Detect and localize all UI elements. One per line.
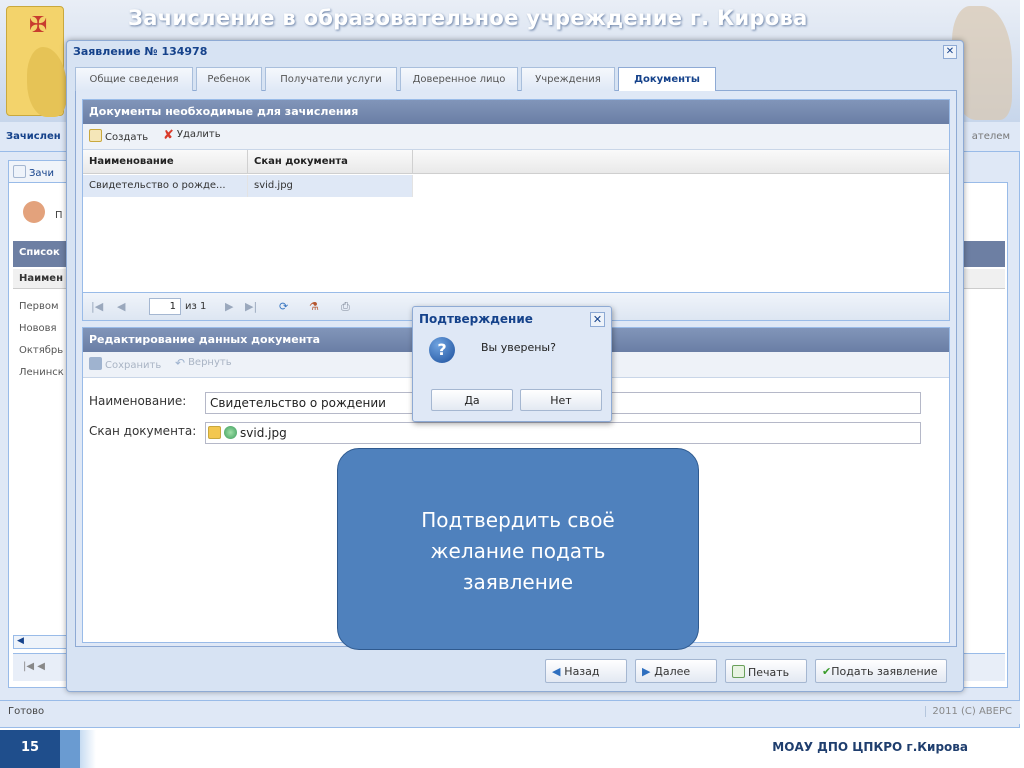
callout-line: Подтвердить своё [421, 508, 615, 532]
organization-name: МОАУ ДПО ЦПКРО г.Кирова [772, 740, 968, 754]
instruction-callout: Подтвердить своё желание подать заявлени… [337, 448, 699, 650]
print-icon[interactable]: ⎙ [341, 300, 350, 314]
revert-button[interactable]: ↶ Вернуть [175, 357, 232, 370]
bg-scrollbar[interactable]: ◀ [13, 635, 73, 649]
callout-line: заявление [462, 570, 574, 594]
document-icon [13, 165, 26, 178]
footer-stripe [60, 730, 80, 768]
document-add-icon [89, 129, 102, 142]
folder-upload-icon[interactable] [208, 426, 221, 439]
back-button[interactable]: ◀ Назад [545, 659, 627, 683]
tab-institutions[interactable]: Учреждения [521, 67, 615, 91]
documents-panel-title: Документы необходимые для зачисления [83, 100, 949, 124]
bg-tab-label: Зачи [29, 168, 54, 179]
table-row[interactable]: Свидетельство о рожде... svid.jpg [83, 175, 413, 197]
name-field-label: Наименование: [89, 394, 187, 408]
next-button[interactable]: ▶ Далее [635, 659, 717, 683]
checkmark-icon: ✔ [822, 665, 832, 678]
print-icon [732, 665, 745, 678]
documents-panel: Документы необходимые для зачисления Соз… [82, 99, 950, 321]
coat-of-arms-icon: ✠ [6, 6, 67, 117]
documents-grid-header: Наименование Скан документа [83, 150, 949, 174]
cross-icon: ✠ [29, 13, 48, 38]
next-page-icon[interactable]: ▶ [225, 300, 233, 313]
documents-toolbar: Создать ✘ Удалить [83, 124, 949, 150]
document-scan-input[interactable]: svid.jpg [205, 422, 921, 444]
filter-icon[interactable]: ⚗ [309, 300, 319, 313]
confirm-dialog: Подтверждение ✕ ? Вы уверены? Да Нет [412, 306, 612, 422]
submit-button-label: Подать заявление [831, 665, 938, 678]
save-button[interactable]: Сохранить [89, 357, 161, 371]
subbar-right-label: ателем [971, 131, 1010, 142]
delete-button[interactable]: ✘ Удалить [163, 129, 221, 143]
cell-document-scan: svid.jpg [248, 175, 413, 197]
print-button-label: Печать [748, 666, 790, 679]
print-button[interactable]: Печать [725, 659, 807, 683]
column-header-scan[interactable]: Скан документа [248, 150, 413, 174]
subbar-left-label: Зачислен [6, 131, 61, 142]
create-button-label: Создать [105, 132, 149, 143]
footer-stripe-fade [80, 730, 96, 768]
create-button[interactable]: Создать [89, 129, 148, 143]
status-bar: Готово 2011 (С) АВЕРС [0, 700, 1020, 724]
cell-document-name: Свидетельство о рожде... [83, 175, 248, 197]
status-text: Готово [8, 706, 45, 717]
tab-service-recipients[interactable]: Получатели услуги [265, 67, 397, 91]
next-button-label: Далее [654, 665, 691, 678]
callout-line: желание подать [430, 539, 606, 563]
dialog-close-icon[interactable]: ✕ [590, 312, 605, 327]
yes-button[interactable]: Да [431, 389, 513, 411]
tab-strip: Общие сведения Ребенок Получатели услуги… [75, 67, 957, 92]
question-icon: ? [429, 337, 455, 363]
last-page-icon[interactable]: ▶| [245, 300, 257, 313]
region-map-shape [27, 47, 67, 117]
copyright-text: 2011 (С) АВЕРС [925, 706, 1012, 717]
window-title: Заявление № 134978 [73, 45, 208, 58]
tab-documents[interactable]: Документы [618, 67, 716, 92]
app-title: Зачисление в образовательное учреждение … [128, 6, 808, 30]
submit-application-button[interactable]: ✔Подать заявление [815, 659, 947, 683]
back-button-label: Назад [564, 665, 600, 678]
no-button[interactable]: Нет [520, 389, 602, 411]
page-count-label: из 1 [185, 301, 207, 312]
floppy-disk-icon [89, 357, 102, 370]
scan-field-label: Скан документа: [89, 424, 197, 438]
tab-general-info[interactable]: Общие сведения [75, 67, 193, 91]
revert-button-label: Вернуть [188, 357, 232, 368]
dialog-title: Подтверждение [419, 312, 533, 326]
slide-number: 15 [20, 740, 40, 755]
view-icon[interactable] [224, 426, 237, 439]
tab-child[interactable]: Ребенок [196, 67, 262, 91]
page-number-input[interactable]: 1 [149, 298, 181, 315]
refresh-icon[interactable]: ⟳ [279, 300, 288, 313]
bg-tab[interactable]: Зачи [8, 160, 68, 182]
prev-page-icon[interactable]: ◀ [117, 300, 125, 313]
column-header-name[interactable]: Наименование [83, 150, 248, 174]
arrow-left-icon: ◀ [552, 665, 565, 678]
arrow-right-icon: ▶ [642, 665, 655, 678]
dialog-message: Вы уверены? [481, 341, 556, 354]
undo-icon: ↶ [175, 356, 186, 370]
delete-x-icon: ✘ [163, 128, 174, 143]
user-icon[interactable] [23, 201, 45, 223]
window-close-icon[interactable]: ✕ [943, 45, 957, 59]
save-button-label: Сохранить [105, 360, 162, 371]
first-page-icon[interactable]: |◀ [91, 300, 103, 313]
scan-file-name: svid.jpg [240, 426, 287, 440]
delete-button-label: Удалить [176, 129, 221, 140]
bg-tool-label: П [55, 210, 63, 221]
tab-trusted-person[interactable]: Доверенное лицо [400, 67, 518, 91]
